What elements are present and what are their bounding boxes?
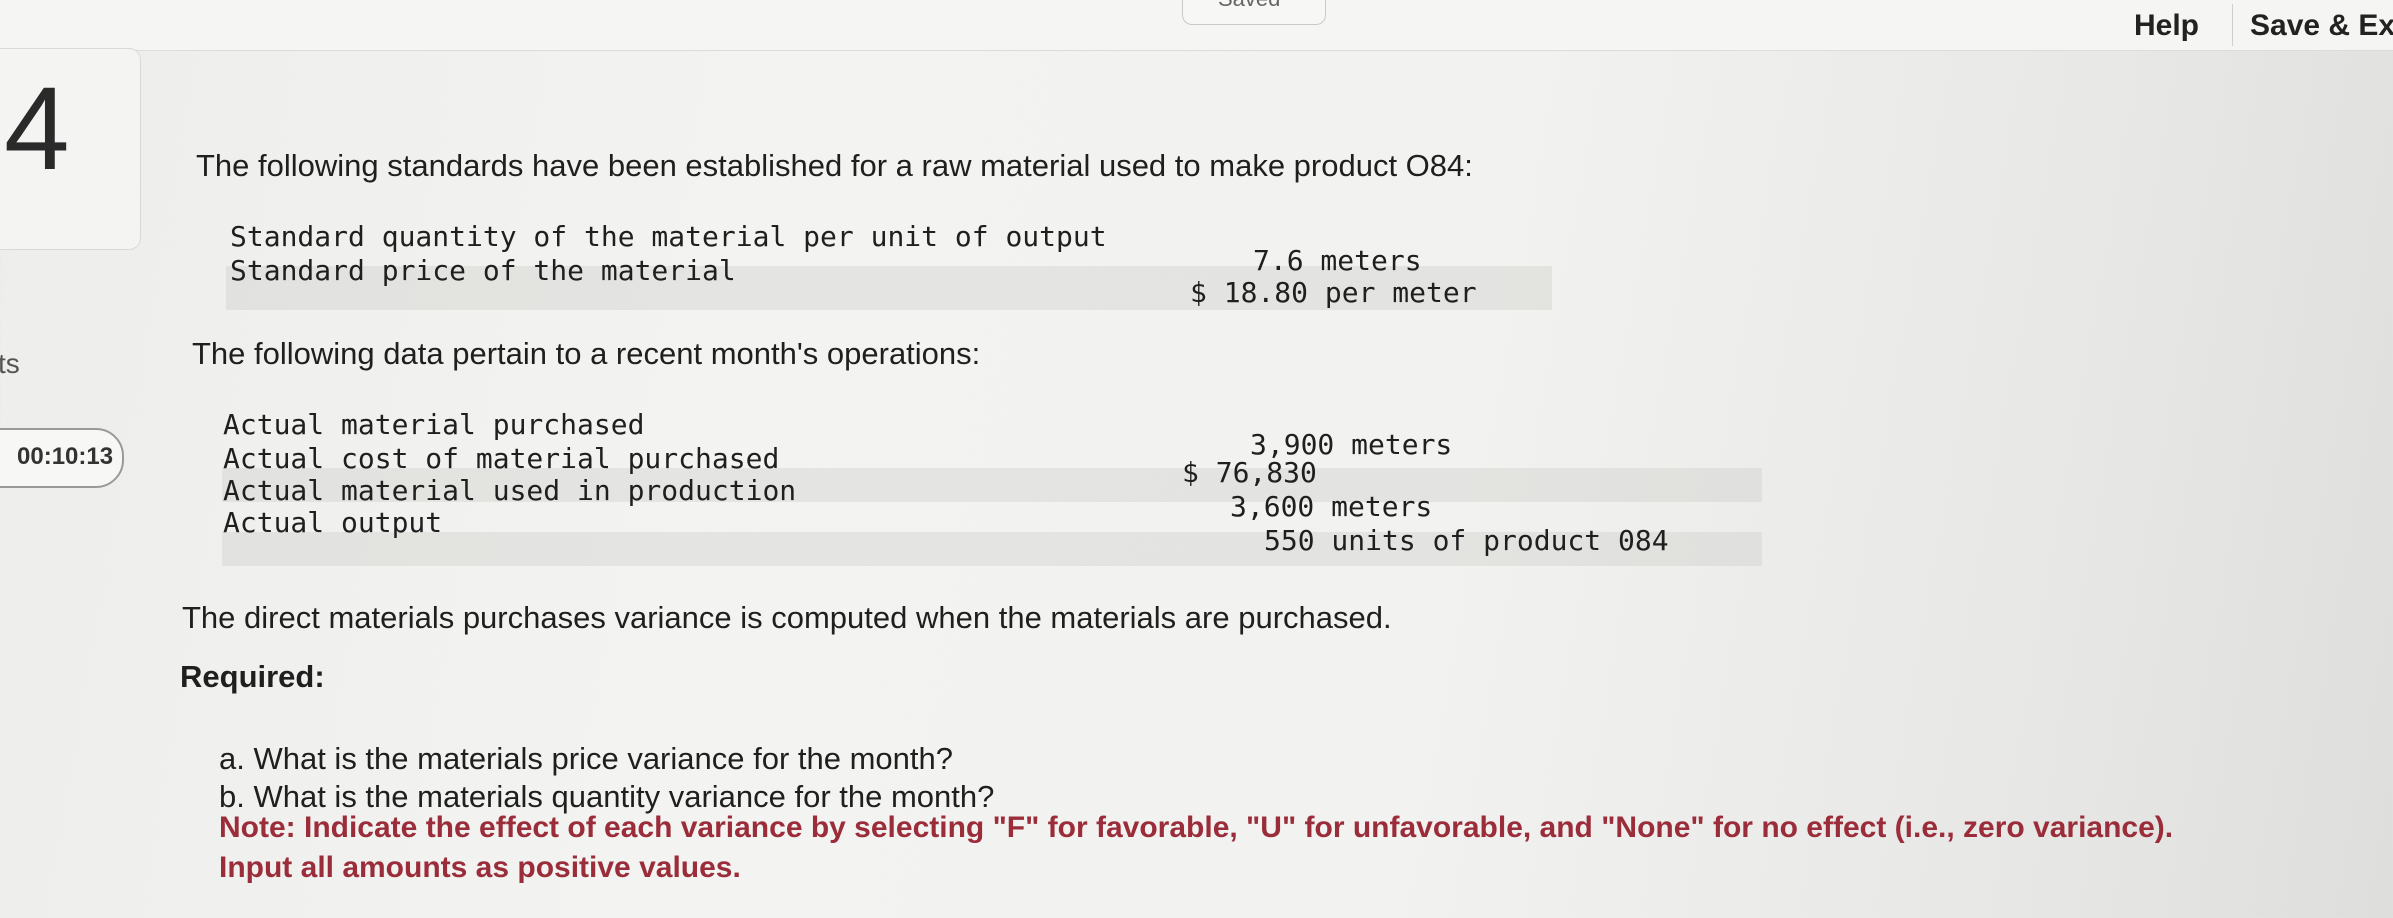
top-divider: [2232, 4, 2233, 46]
actual-label-3: Actual material used in production: [223, 474, 797, 507]
standard-value-2: $ 18.80 per meter: [1190, 276, 1477, 309]
variance-note: The direct materials purchases variance …: [182, 600, 1392, 635]
actual-label-2: Actual cost of material purchased: [223, 442, 780, 475]
points-label: ts: [0, 348, 20, 379]
timer-value: 00:10:13: [17, 443, 114, 470]
standard-label-1: Standard quantity of the material per un…: [230, 220, 1107, 253]
save-exit-link[interactable]: Save & Exit: [2250, 9, 2393, 43]
data-intro: The following data pertain to a recent m…: [192, 336, 981, 371]
actual-label-1: Actual material purchased: [223, 408, 645, 441]
saved-status: Saved: [1218, 0, 1280, 12]
actual-value-3: 3,600 meters: [1230, 490, 1433, 523]
standard-value-1: 7.6 meters: [1253, 244, 1422, 277]
help-link[interactable]: Help: [2134, 9, 2199, 43]
timer-pill: 00:10:13: [0, 428, 124, 488]
actual-value-2: $ 76,830: [1182, 456, 1317, 489]
actual-label-4: Actual output: [223, 506, 443, 539]
question-number: 4: [4, 63, 70, 195]
actual-value-4: 550 units of product 084: [1264, 524, 1669, 557]
standard-label-2: Standard price of the material: [230, 254, 736, 287]
required-heading: Required:: [180, 659, 325, 694]
required-item-a: a. What is the materials price variance …: [219, 741, 953, 776]
question-intro: The following standards have been establ…: [196, 148, 1473, 183]
instruction-note: Note: Indicate the effect of each varian…: [219, 811, 2174, 884]
